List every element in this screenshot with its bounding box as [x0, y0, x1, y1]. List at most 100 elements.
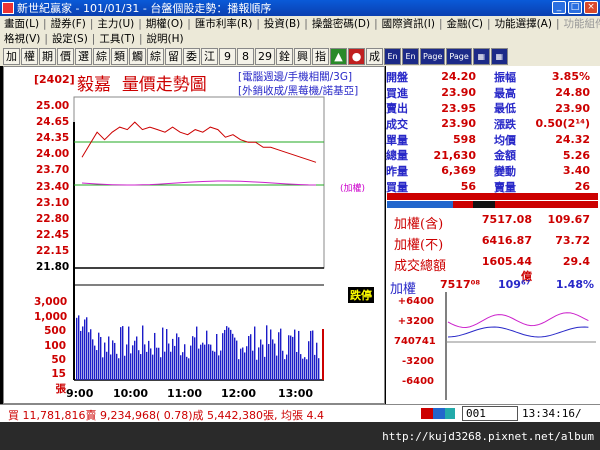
- index-change: 109.67: [547, 213, 590, 226]
- volume-bar: [294, 329, 296, 380]
- toolbar-button-11[interactable]: 江: [201, 47, 218, 65]
- volume-bar: [286, 354, 288, 380]
- volume-bar: [178, 337, 180, 380]
- quote-label: 變動: [494, 164, 516, 178]
- bid-ask-bar: [387, 193, 598, 208]
- volume-bar: [214, 351, 216, 380]
- toolbar-button-19[interactable]: ●: [348, 47, 365, 65]
- toolbar-button-17[interactable]: 指: [312, 47, 329, 65]
- toolbar-button-4[interactable]: 選: [75, 47, 92, 65]
- menu-item-menu1-0[interactable]: 畫面(L): [4, 16, 39, 31]
- minimize-button[interactable]: _: [552, 1, 566, 14]
- toolbar-button-16[interactable]: 興: [294, 47, 311, 65]
- main-area: [2402] 毅嘉 量價走勢圖 [電腦週邊/手機相關/3G] [外銷收成/黑莓機…: [0, 66, 600, 450]
- toolbar-button-26[interactable]: ▦: [490, 47, 508, 65]
- toolbar-button-13[interactable]: 8: [237, 47, 254, 65]
- menu-item-menu1-1[interactable]: 證券(F): [51, 16, 86, 31]
- watermark-bar: http://kujd3268.pixnet.net/album: [0, 422, 600, 450]
- quote-label: 賣出: [386, 102, 408, 116]
- quote-row: 總量 21,630 金額 5.26: [386, 147, 600, 163]
- quote-value: 21,630: [433, 148, 476, 162]
- volume-bar: [124, 355, 126, 380]
- quote-label: 總量: [386, 149, 408, 163]
- toolbar-button-14[interactable]: 29: [255, 47, 275, 65]
- volume-bar: [268, 344, 270, 380]
- menu-item-menu1-4[interactable]: 匯市利率(R): [195, 16, 253, 31]
- toolbar-button-7[interactable]: 觸: [129, 47, 146, 65]
- menu-item-menu1-10[interactable]: 功能組件(K): [564, 16, 600, 31]
- volume-bar: [296, 351, 298, 380]
- menu-item-menu2-3[interactable]: 說明(H): [147, 31, 184, 46]
- toolbar-button-0[interactable]: 加: [3, 47, 20, 65]
- toolbar-button-5[interactable]: 綜: [93, 47, 110, 65]
- quote-panel: 開盤 24.20 振幅 3.85% 買進 23.90 最高 24.80 賣出 23.95 最低 23.…: [386, 66, 600, 404]
- volume-bar: [82, 326, 84, 380]
- index-row: 加權(含) 7517.08 109.67: [394, 213, 590, 232]
- stock-number-input[interactable]: 001: [462, 406, 518, 421]
- menu-item-menu1-5[interactable]: 投資(B): [264, 16, 300, 31]
- menu-separator: |: [44, 32, 48, 45]
- toolbar-button-6[interactable]: 類: [111, 47, 128, 65]
- volume-bar: [198, 348, 200, 380]
- toolbar-button-18[interactable]: ▲: [330, 47, 347, 65]
- menu-item-menu1-9[interactable]: 功能選擇(A): [495, 16, 552, 31]
- volume-bar: [102, 357, 104, 380]
- toolbar-button-10[interactable]: 委: [183, 47, 200, 65]
- toolbar-button-8[interactable]: 綜: [147, 47, 164, 65]
- toolbar-button-15[interactable]: 銓: [276, 47, 293, 65]
- maximize-button[interactable]: □: [568, 1, 582, 14]
- menu-item-menu2-0[interactable]: 格視(V): [4, 31, 40, 46]
- toolbar-button-24[interactable]: Page: [446, 47, 472, 65]
- menu-item-menu1-3[interactable]: 期權(O): [146, 16, 183, 31]
- quote-value: 26: [574, 180, 590, 194]
- quote-label: 最低: [494, 102, 516, 116]
- volume-bar: [248, 335, 250, 380]
- volume-bar: [182, 352, 184, 380]
- quote-value: 5.26: [562, 148, 590, 162]
- toolbar-button-23[interactable]: Page: [420, 47, 446, 65]
- volume-bar: [76, 317, 78, 380]
- toolbar-button-22[interactable]: En: [402, 47, 419, 65]
- menu-item-menu2-2[interactable]: 工具(T): [99, 31, 135, 46]
- menu-item-menu1-7[interactable]: 國際資訊(I): [382, 16, 435, 31]
- menu-item-menu1-2[interactable]: 主力(U): [97, 16, 134, 31]
- volume-bar: [142, 325, 144, 380]
- volume-bar: [104, 342, 106, 380]
- volume-bar: [284, 359, 286, 380]
- menu-item-menu1-6[interactable]: 操盤密碼(D): [312, 16, 370, 31]
- volume-bar: [318, 358, 320, 380]
- quote-label: 買進: [386, 86, 408, 100]
- volume-bar: [152, 354, 154, 380]
- toolbar-button-21[interactable]: En: [384, 47, 401, 65]
- toolbar-button-25[interactable]: ▦: [472, 47, 490, 65]
- close-button[interactable]: ×: [584, 1, 598, 14]
- quote-label: 均價: [494, 133, 516, 147]
- volume-bar: [120, 327, 122, 380]
- volume-bar: [98, 332, 100, 380]
- toolbar-button-20[interactable]: 成: [366, 47, 383, 65]
- toolbar-button-12[interactable]: 9: [219, 47, 236, 65]
- volume-bar: [316, 342, 318, 380]
- quote-row: 開盤 24.20 振幅 3.85%: [386, 69, 600, 85]
- menu-item-menu1-8[interactable]: 金融(C): [447, 16, 484, 31]
- volume-bar-last: [322, 329, 324, 380]
- menu-separator: |: [138, 17, 142, 30]
- quote-value: 24.20: [441, 70, 476, 84]
- toolbar-button-9[interactable]: 留: [165, 47, 182, 65]
- volume-bar: [156, 347, 158, 380]
- volume-bar: [304, 357, 306, 380]
- volume-bar: [232, 333, 234, 380]
- toolbar-button-1[interactable]: 權: [21, 47, 38, 65]
- quote-label: 單量: [386, 133, 408, 147]
- volume-bar: [276, 355, 278, 380]
- volume-bar: [218, 355, 220, 380]
- toolbar-button-3[interactable]: 價: [57, 47, 74, 65]
- menu-separator: |: [487, 17, 491, 30]
- toolbar-button-2[interactable]: 期: [39, 47, 56, 65]
- volume-bar: [192, 336, 194, 380]
- volume-bar: [236, 340, 238, 380]
- volume-bar: [130, 353, 132, 380]
- volume-bar: [216, 333, 218, 380]
- menu-item-menu2-1[interactable]: 設定(S): [52, 31, 88, 46]
- volume-bar: [312, 330, 314, 380]
